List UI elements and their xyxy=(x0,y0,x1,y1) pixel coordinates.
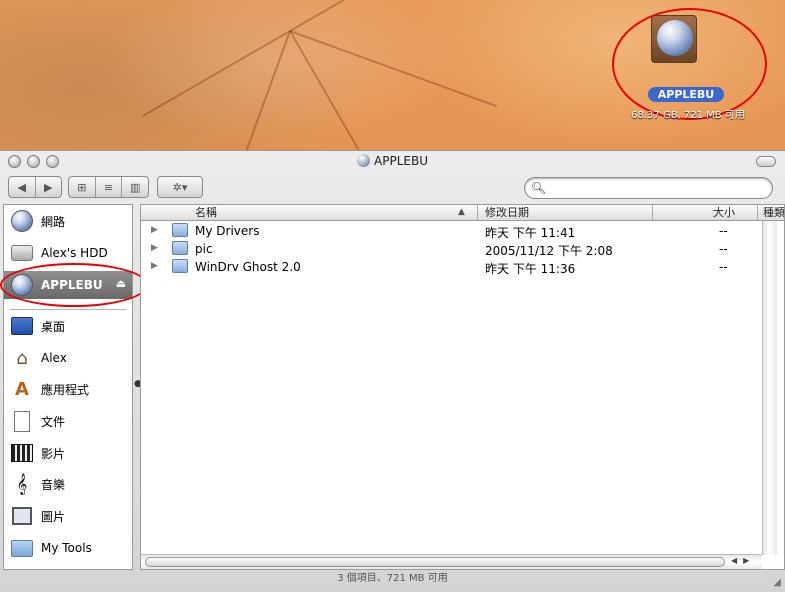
disclosure-triangle-icon[interactable]: ▶ xyxy=(151,243,158,253)
desktop-volume-label[interactable]: APPLEBU xyxy=(648,87,724,102)
list-view-icon: ≡ xyxy=(103,180,114,194)
folder-icon xyxy=(172,259,188,273)
icon-view-button[interactable]: ⊞ xyxy=(69,177,96,197)
sidebar-item-label: 網路 xyxy=(41,214,66,229)
view-mode-group: ⊞ ≡ ▥ xyxy=(68,176,149,198)
vertical-scrollbar[interactable] xyxy=(762,221,777,555)
file-size: -- xyxy=(719,242,728,256)
desktop-volume-info: 68.37 GB, 721 MB 可用 xyxy=(631,110,745,121)
sidebar-item-label: 桌面 xyxy=(41,319,66,334)
file-list: 名稱 ▲ 修改日期 大小 種類 ▶ My Drivers 昨天 下午 11:41… xyxy=(140,204,785,570)
column-separator[interactable] xyxy=(652,205,653,221)
finder-window: APPLEBU ◀ ▶ ⊞ ≡ ▥ ✲▾ 🔍︎ 網路 Alex's HDD AP… xyxy=(0,150,785,592)
icon-view-icon: ⊞ xyxy=(77,180,87,194)
desktop-icon xyxy=(9,313,35,339)
globe-icon xyxy=(657,20,693,56)
sidebar-item-label: 音樂 xyxy=(41,477,66,492)
sidebar: 網路 Alex's HDD APPLEBU ⏏ 桌面 ⌂ Alex A 應用程式… xyxy=(3,204,133,570)
desktop-volume-icon[interactable] xyxy=(651,15,697,63)
horizontal-scroll-thumb[interactable] xyxy=(145,557,725,567)
file-name: pic xyxy=(195,242,213,256)
scroll-arrows-icon[interactable]: ◀▶ xyxy=(731,556,755,565)
sidebar-splitter[interactable]: ● xyxy=(133,204,142,570)
sidebar-item-network[interactable]: 網路 xyxy=(4,207,132,235)
sidebar-item-label: Alex's HDD xyxy=(41,246,108,260)
forward-button[interactable]: ▶ xyxy=(36,177,62,197)
file-date: 2005/11/12 下午 2:08 xyxy=(485,244,613,258)
volume-icon xyxy=(357,154,371,167)
annotation-circle-sidebar xyxy=(0,263,148,307)
status-bar: 3 個項目、721 MB 可用 ◢ xyxy=(0,572,785,592)
list-view-button[interactable]: ≡ xyxy=(96,177,123,197)
sidebar-item-label: 文件 xyxy=(41,414,66,429)
sidebar-item-label: My Tools xyxy=(41,541,92,555)
sidebar-item-applications[interactable]: A 應用程式 xyxy=(4,375,132,403)
action-menu-group: ✲▾ xyxy=(157,176,203,198)
folder-icon xyxy=(172,223,188,237)
column-view-icon: ▥ xyxy=(129,180,141,194)
file-date: 昨天 下午 11:36 xyxy=(485,262,576,276)
file-name: WinDrv Ghost 2.0 xyxy=(195,260,301,274)
disclosure-triangle-icon[interactable]: ▶ xyxy=(151,225,158,235)
file-date: 昨天 下午 11:41 xyxy=(485,226,576,240)
documents-icon xyxy=(9,408,35,434)
file-size: -- xyxy=(719,224,728,238)
sidebar-item-label: 應用程式 xyxy=(41,382,90,397)
back-forward-group: ◀ ▶ xyxy=(8,176,62,198)
column-header-kind[interactable]: 種類 xyxy=(763,206,784,220)
search-icon: 🔍︎ xyxy=(531,181,547,195)
sidebar-item-my-tools[interactable]: My Tools xyxy=(4,534,132,562)
column-separator[interactable] xyxy=(757,205,758,221)
toolbar-toggle-button[interactable] xyxy=(756,156,776,167)
pictures-icon xyxy=(9,503,35,529)
applications-icon: A xyxy=(15,378,29,400)
disclosure-triangle-icon[interactable]: ▶ xyxy=(151,261,158,271)
sort-ascending-icon: ▲ xyxy=(458,207,465,217)
back-button[interactable]: ◀ xyxy=(9,177,36,197)
column-header-date[interactable]: 修改日期 xyxy=(485,206,529,220)
sidebar-item-label: Alex xyxy=(41,351,67,365)
sidebar-item-music[interactable]: 𝄞 音樂 xyxy=(4,470,132,498)
back-arrow-icon: ◀ xyxy=(17,180,26,194)
window-title-text: APPLEBU xyxy=(374,154,428,168)
column-view-button[interactable]: ▥ xyxy=(122,177,148,197)
hard-drive-icon xyxy=(9,240,35,266)
horizontal-scrollbar[interactable]: ◀▶ xyxy=(141,554,762,569)
wallpaper-leaf-vein xyxy=(142,30,291,117)
wallpaper-leaf-vein xyxy=(289,0,430,32)
movies-icon xyxy=(9,440,35,466)
home-icon: ⌂ xyxy=(16,347,28,369)
folder-icon xyxy=(9,535,35,561)
column-header-name[interactable]: 名稱 xyxy=(195,206,217,220)
search-field[interactable]: 🔍︎ xyxy=(524,177,773,199)
sidebar-item-label: 影片 xyxy=(41,446,66,461)
table-row[interactable]: ▶ My Drivers 昨天 下午 11:41 -- xyxy=(141,222,776,240)
file-name: My Drivers xyxy=(195,224,260,238)
sidebar-divider xyxy=(10,309,126,310)
sidebar-item-movies[interactable]: 影片 xyxy=(4,439,132,467)
network-globe-icon xyxy=(9,208,35,234)
sidebar-item-documents[interactable]: 文件 xyxy=(4,407,132,435)
sidebar-item-desktop[interactable]: 桌面 xyxy=(4,312,132,340)
forward-arrow-icon: ▶ xyxy=(44,180,53,194)
action-menu-button[interactable]: ✲▾ xyxy=(158,177,202,197)
sidebar-item-pictures[interactable]: 圖片 xyxy=(4,502,132,530)
wallpaper-leaf-vein xyxy=(289,30,498,108)
resize-grip-icon[interactable]: ◢ xyxy=(773,576,781,590)
column-separator[interactable] xyxy=(477,205,478,221)
list-header: 名稱 ▲ 修改日期 大小 種類 xyxy=(141,205,784,221)
folder-icon xyxy=(172,241,188,255)
sidebar-item-alex[interactable]: ⌂ Alex xyxy=(4,344,132,372)
window-title: APPLEBU xyxy=(0,154,785,168)
sidebar-item-label: 圖片 xyxy=(41,509,66,524)
file-size: -- xyxy=(719,260,728,274)
table-row[interactable]: ▶ pic 2005/11/12 下午 2:08 -- xyxy=(141,240,776,258)
music-icon: 𝄞 xyxy=(16,473,28,495)
status-text: 3 個項目、721 MB 可用 xyxy=(337,573,448,584)
gear-icon: ✲▾ xyxy=(172,180,188,194)
window-titlebar[interactable]: APPLEBU xyxy=(0,151,785,173)
column-header-size[interactable]: 大小 xyxy=(713,206,735,220)
table-row[interactable]: ▶ WinDrv Ghost 2.0 昨天 下午 11:36 -- xyxy=(141,258,776,276)
toolbar: ◀ ▶ ⊞ ≡ ▥ ✲▾ 🔍︎ xyxy=(0,173,785,203)
